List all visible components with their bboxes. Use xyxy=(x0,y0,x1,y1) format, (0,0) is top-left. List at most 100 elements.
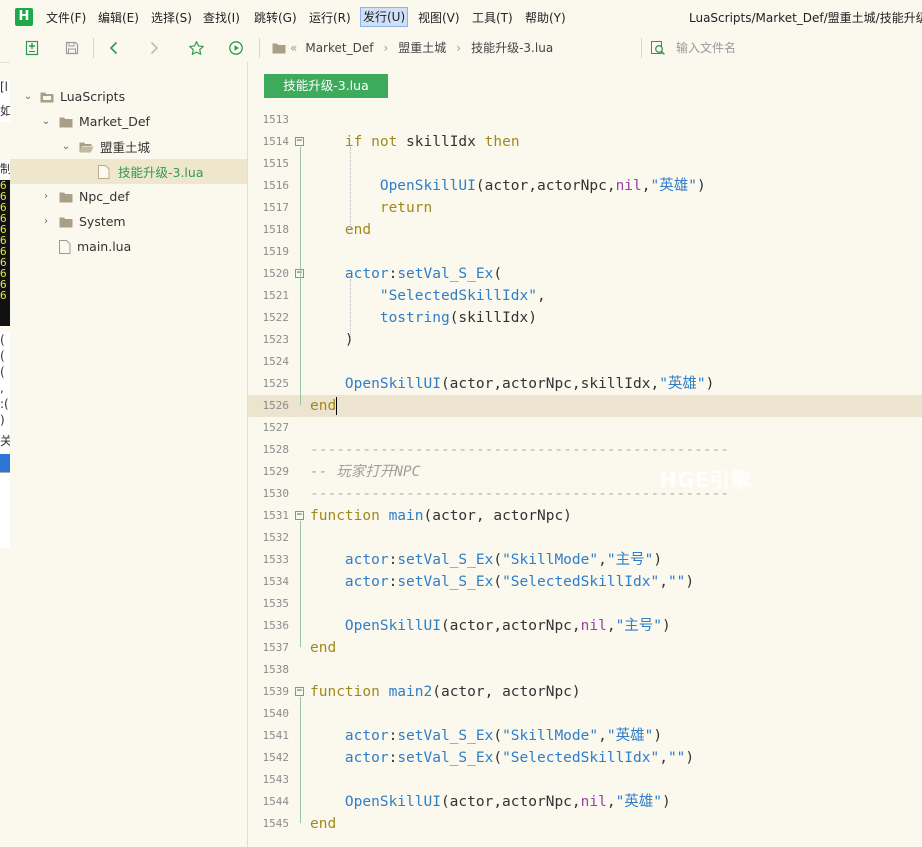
code-editor[interactable]: 技能升级-3.lua 1513 1514− if not skillIdx the… xyxy=(248,62,922,847)
breadcrumb-chevron-icon: › xyxy=(456,40,462,55)
code-token: ) xyxy=(310,332,354,348)
menu-help[interactable]: 帮助(Y) xyxy=(525,9,566,26)
tab-active-file[interactable]: 技能升级-3.lua xyxy=(264,74,388,98)
code-line[interactable]: 1538 xyxy=(248,659,922,681)
breadcrumb-overflow-icon[interactable]: « xyxy=(290,41,297,55)
code-text: function main(actor, actorNpc) xyxy=(310,505,572,527)
code-line[interactable]: 1545 end xyxy=(248,813,922,835)
line-number: 1523 xyxy=(262,333,290,346)
breadcrumb-item[interactable]: 技能升级-3.lua xyxy=(471,39,553,56)
code-token: actor xyxy=(344,728,389,744)
code-line[interactable]: 1526 end xyxy=(248,395,922,417)
tree-item-mengzhong[interactable]: ⌄ 盟重土城 xyxy=(10,134,247,159)
line-number: 1543 xyxy=(262,773,290,786)
chevron-down-icon[interactable]: ⌄ xyxy=(40,116,52,128)
code-token: "英雄" xyxy=(659,376,706,392)
file-tree: ⌄ LuaScripts ⌄ Market_Def ⌄ 盟重土城 技能升级-3.… xyxy=(10,62,248,847)
tree-item-skill-upgrade-file[interactable]: 技能升级-3.lua xyxy=(10,159,247,184)
code-line[interactable]: 1541 actor:setVal_S_Ex("SkillMode","英雄") xyxy=(248,725,922,747)
menu-file[interactable]: 文件(F) xyxy=(46,9,86,26)
line-number: 1526 xyxy=(262,399,290,412)
toolbar-separator xyxy=(93,38,94,58)
indent-guide xyxy=(350,147,352,229)
code-token: ( xyxy=(493,750,503,766)
code-line[interactable]: 1530 ------------------------------------… xyxy=(248,483,922,505)
code-line[interactable]: 1535 xyxy=(248,593,922,615)
menu-select[interactable]: 选择(S) xyxy=(151,9,192,26)
code-line[interactable]: 1513 xyxy=(248,109,922,131)
code-token: ) xyxy=(653,552,663,568)
code-line[interactable]: 1540 xyxy=(248,703,922,725)
file-search-input[interactable] xyxy=(674,40,878,56)
code-line[interactable]: 1543 xyxy=(248,769,922,791)
tree-item-label: main.lua xyxy=(77,239,132,254)
line-number: 1542 xyxy=(262,751,290,764)
tree-item-main-lua[interactable]: main.lua xyxy=(10,234,247,259)
code-line[interactable]: 1534 actor:setVal_S_Ex("SelectedSkillIdx… xyxy=(248,571,922,593)
save-icon[interactable] xyxy=(61,37,83,59)
menu-run[interactable]: 运行(R) xyxy=(309,9,351,26)
line-number: 1532 xyxy=(262,531,290,544)
code-token: actor xyxy=(344,552,389,568)
menu-bar: H 文件(F) 编辑(E) 选择(S) 查找(I) 跳转(G) 运行(R) 发行… xyxy=(0,0,922,34)
menu-view[interactable]: 视图(V) xyxy=(418,9,460,26)
code-line[interactable]: 1529 -- 玩家打开NPC xyxy=(248,461,922,483)
code-line[interactable]: 1524 xyxy=(248,351,922,373)
menu-edit[interactable]: 编辑(E) xyxy=(98,9,139,26)
code-token: end xyxy=(310,816,337,832)
menu-release[interactable]: 发行(U) xyxy=(359,7,409,27)
code-line[interactable]: 1525 OpenSkillUI(actor,actorNpc,skillIdx… xyxy=(248,373,922,395)
breadcrumb-item[interactable]: Market_Def xyxy=(305,41,373,55)
code-line[interactable]: 1542 actor:setVal_S_Ex("SelectedSkillIdx… xyxy=(248,747,922,769)
code-token: main xyxy=(388,508,424,524)
file-icon xyxy=(98,164,110,179)
code-line[interactable]: 1527 xyxy=(248,417,922,439)
tree-item-npc-def[interactable]: › Npc_def xyxy=(10,184,247,209)
line-number: 1516 xyxy=(262,179,290,192)
chevron-right-icon[interactable]: › xyxy=(40,216,52,228)
new-file-icon[interactable] xyxy=(21,37,43,59)
code-line[interactable]: 1533 actor:setVal_S_Ex("SkillMode","主号") xyxy=(248,549,922,571)
code-token: then xyxy=(484,134,520,150)
code-token: (actor, actorNpc) xyxy=(432,684,581,700)
fold-toggle-icon[interactable]: − xyxy=(295,137,304,146)
code-line[interactable]: 1528 ------------------------------------… xyxy=(248,439,922,461)
code-line[interactable]: 1536 OpenSkillUI(actor,actorNpc,nil,"主号"… xyxy=(248,615,922,637)
menu-goto[interactable]: 跳转(G) xyxy=(254,9,297,26)
code-token: : xyxy=(388,574,398,590)
tree-item-system[interactable]: › System xyxy=(10,209,247,234)
code-line[interactable]: 1531− function main(actor, actorNpc) xyxy=(248,505,922,527)
code-line[interactable]: 1539− function main2(actor, actorNpc) xyxy=(248,681,922,703)
fold-toggle-icon[interactable]: − xyxy=(295,687,304,696)
code-line[interactable]: 1532 xyxy=(248,527,922,549)
favorite-star-icon[interactable] xyxy=(185,37,207,59)
code-line[interactable]: 1544 OpenSkillUI(actor,actorNpc,nil,"英雄"… xyxy=(248,791,922,813)
back-icon[interactable] xyxy=(103,37,125,59)
chevron-down-icon[interactable]: ⌄ xyxy=(60,141,72,153)
background-window-fragment: ( xyxy=(0,365,5,379)
chevron-right-icon[interactable]: › xyxy=(40,191,52,203)
fold-toggle-icon[interactable]: − xyxy=(295,511,304,520)
code-line[interactable]: 1519 xyxy=(248,241,922,263)
menu-find[interactable]: 查找(I) xyxy=(203,9,240,26)
code-token: ----------------------------------------… xyxy=(310,442,730,458)
tree-item-luascripts[interactable]: ⌄ LuaScripts xyxy=(10,84,247,109)
code-token: ) xyxy=(696,178,706,194)
run-icon[interactable] xyxy=(225,37,247,59)
tree-item-market-def[interactable]: ⌄ Market_Def xyxy=(10,109,247,134)
chevron-down-icon[interactable]: ⌄ xyxy=(22,91,34,103)
line-number: 1519 xyxy=(262,245,290,258)
code-token: end xyxy=(310,640,337,656)
forward-icon[interactable] xyxy=(143,37,165,59)
code-line[interactable]: 1537 end xyxy=(248,637,922,659)
tree-item-label: 技能升级-3.lua xyxy=(118,165,204,180)
menu-tools[interactable]: 工具(T) xyxy=(472,9,513,26)
breadcrumb-item[interactable]: 盟重土城 xyxy=(398,39,446,56)
fold-range-line xyxy=(300,697,301,823)
code-token: end xyxy=(310,398,337,414)
